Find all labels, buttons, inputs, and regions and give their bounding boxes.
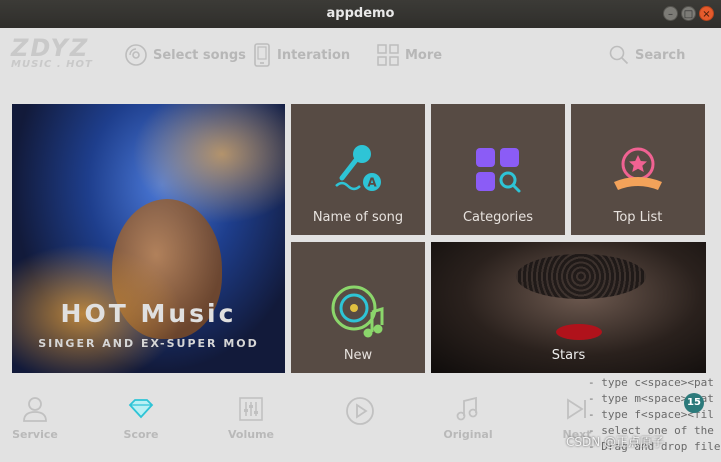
tile-categories-label: Categories [462,210,534,225]
nav-more-label: More [405,47,443,63]
bottom-score-label: Score [123,428,159,441]
watermark: CSDN @正点原子 [566,435,665,449]
logo-subtext: MUSIC . HOT [11,59,93,70]
window-title: appdemo [326,6,395,21]
notification-badge[interactable]: 15 [684,393,704,413]
tile-name-of-song-label: Name of song [312,210,404,225]
hot-music-banner[interactable]: HOT Music SINGER AND EX-SUPER MOD [12,104,285,373]
bottom-play[interactable] [325,396,395,432]
tile-new[interactable]: New [291,242,425,373]
logo-text: ZDYZ [11,34,90,62]
nav-more[interactable]: More [377,42,442,68]
app-window: appdemo – □ × ZDYZ MUSIC . HOT Select so… [0,0,721,462]
tile-categories[interactable]: Categories [431,104,565,235]
bottom-volume-label: Volume [228,428,274,441]
search-icon [609,45,629,65]
nav-interaction-label: Interation [277,47,351,63]
equalizer-icon [239,397,263,421]
bottom-service[interactable]: Service [0,396,70,441]
bottom-volume[interactable]: Volume [216,396,286,441]
person-icon [23,397,47,422]
nav-select-songs[interactable]: Select songs [125,42,246,68]
nav-search-label: Search [635,47,686,63]
diamond-icon [128,399,154,419]
categories-icon [476,148,521,193]
svg-text:A: A [367,176,377,190]
app-logo: ZDYZ MUSIC . HOT [11,36,101,76]
play-icon [346,397,374,425]
disc-icon [125,44,147,66]
nav-search[interactable]: Search [609,42,685,68]
nav-interaction[interactable]: Interation [253,42,350,68]
title-bar: appdemo – □ × [0,0,721,28]
close-button[interactable]: × [699,6,714,21]
bottom-original-label: Original [443,428,493,441]
maximize-button[interactable]: □ [681,6,696,21]
music-disc-icon [331,285,384,338]
tile-top-list-label: Top List [613,210,663,225]
phone-icon [254,43,270,67]
minimize-button[interactable]: – [663,6,678,21]
bottom-original[interactable]: Original [433,396,503,441]
tile-new-label: New [343,348,373,363]
microphone-icon: A [335,145,381,191]
hero-title: HOT Music [60,299,237,328]
tile-name-of-song[interactable]: A Name of song [291,104,425,235]
tile-top-list[interactable]: Top List [571,104,705,235]
music-note-icon [456,396,478,421]
bottom-service-label: Service [12,428,58,441]
bottom-score[interactable]: Score [106,396,176,441]
award-icon [614,147,662,190]
hero-subtitle: SINGER AND EX-SUPER MOD [38,337,259,350]
skip-next-icon [567,398,586,420]
nav-select-songs-label: Select songs [153,47,246,63]
grid-icon [377,44,399,66]
